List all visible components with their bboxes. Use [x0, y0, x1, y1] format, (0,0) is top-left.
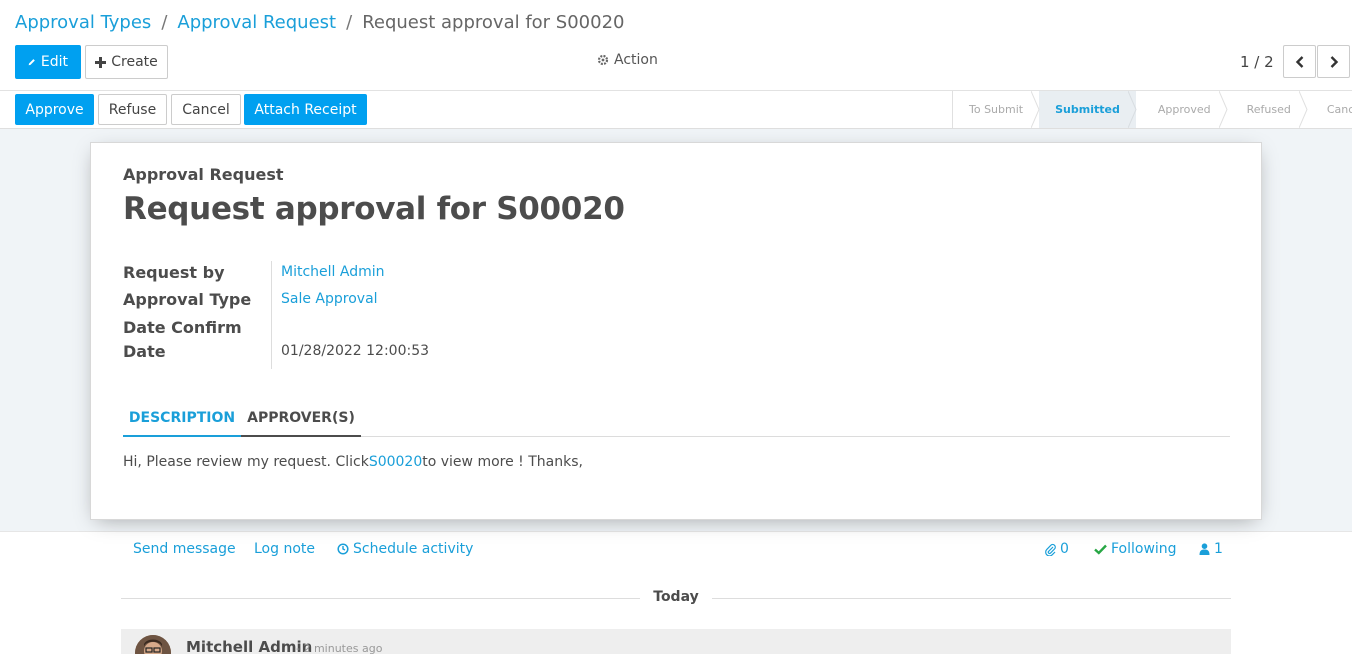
date-confirm-label-line2: Date — [123, 342, 166, 361]
model-label: Approval Request — [123, 165, 284, 184]
approval-type-label: Approval Type — [123, 290, 252, 309]
pager-value[interactable]: 1 / 2 — [1240, 53, 1274, 71]
edit-button-label: Edit — [40, 54, 68, 70]
stage-label: Submitted — [1055, 103, 1120, 116]
breadcrumb-item-approval-types[interactable]: Approval Types — [15, 12, 151, 33]
avatar-image-icon — [135, 635, 171, 654]
tab-description[interactable]: DESCRIPTION — [123, 400, 241, 437]
user-icon — [1199, 543, 1210, 555]
control-panel: Approval Types / Approval Request / Requ… — [0, 0, 1352, 91]
chevron-left-icon — [1295, 55, 1303, 68]
stage-arrow-icon — [1127, 91, 1137, 128]
date-separator-label: Today — [640, 589, 712, 605]
stage-label: To Submit — [969, 103, 1024, 116]
stage-approved[interactable]: Approved — [1136, 91, 1228, 128]
stage-arrow-icon — [1218, 91, 1228, 128]
stage-arrow-icon — [1031, 91, 1040, 128]
following-label: Following — [1111, 541, 1177, 557]
description-prefix: Hi, Please review my request. Click — [123, 454, 369, 470]
gear-icon — [597, 54, 609, 66]
stage-refused[interactable]: Refused — [1227, 91, 1308, 128]
stage-submitted[interactable]: Submitted — [1039, 91, 1137, 128]
breadcrumb-item-approval-request[interactable]: Approval Request — [177, 12, 336, 33]
chatter-message: Mitchell Admin - 2 minutes ago — [121, 629, 1231, 654]
stage-label: Approved — [1157, 103, 1211, 116]
stage-arrow-icon — [1298, 91, 1308, 128]
pencil-icon — [28, 59, 35, 66]
followers-count: 1 — [1214, 541, 1223, 557]
create-button-label: Create — [111, 54, 158, 70]
stage-label: Refused — [1246, 103, 1291, 116]
tab-approvers[interactable]: APPROVER(S) — [241, 400, 361, 437]
breadcrumb-separator: / — [346, 12, 353, 33]
log-note-button[interactable]: Log note — [254, 541, 315, 557]
description-text: Hi, Please review my request. ClickS0002… — [123, 454, 583, 470]
following-button[interactable]: Following — [1094, 541, 1177, 557]
chevron-right-icon — [1330, 55, 1338, 68]
edit-button[interactable]: Edit — [15, 45, 81, 79]
create-button[interactable]: Create — [85, 45, 168, 79]
stage-pipeline: To Submit Submitted Approved Refused Can… — [952, 91, 1352, 128]
date-confirm-label: Date Confirm — [123, 318, 242, 337]
approve-button[interactable]: Approve — [15, 94, 94, 125]
clock-icon — [337, 543, 349, 555]
breadcrumb: Approval Types / Approval Request / Requ… — [15, 12, 625, 33]
schedule-activity-label: Schedule activity — [353, 541, 474, 557]
sale-order-link[interactable]: S00020 — [369, 454, 422, 470]
message-date: - 2 minutes ago — [296, 642, 383, 654]
stage-label: Cancel — [1326, 103, 1352, 116]
schedule-activity-button[interactable]: Schedule activity — [337, 541, 473, 557]
followers-button[interactable]: 1 — [1199, 541, 1223, 557]
cancel-button[interactable]: Cancel — [171, 94, 241, 125]
approval-type-value[interactable]: Sale Approval — [281, 291, 378, 307]
send-message-button[interactable]: Send message — [133, 541, 236, 557]
breadcrumb-separator: / — [161, 12, 168, 33]
record-title: Request approval for S00020 — [123, 191, 625, 227]
plus-icon — [95, 56, 107, 68]
date-separator-line — [706, 598, 1231, 599]
date-separator-line — [121, 598, 645, 599]
pager-next-button[interactable] — [1317, 45, 1350, 78]
refuse-button[interactable]: Refuse — [98, 94, 167, 125]
field-divider — [271, 261, 272, 369]
paperclip-icon — [1045, 543, 1056, 556]
attachments-button[interactable]: 0 — [1045, 541, 1069, 557]
form-sheet: Approval Request Request approval for S0… — [90, 142, 1262, 520]
chatter-topbar: Send message Log note Schedule activity … — [0, 533, 1352, 573]
avatar[interactable] — [135, 635, 171, 654]
request-by-label: Request by — [123, 263, 225, 282]
attach-receipt-button[interactable]: Attach Receipt — [244, 94, 367, 125]
message-author[interactable]: Mitchell Admin — [186, 638, 312, 654]
date-confirm-value: 01/28/2022 12:00:53 — [281, 343, 430, 359]
notebook-tabs: DESCRIPTION APPROVER(S) — [123, 400, 1230, 437]
pager-previous-button[interactable] — [1283, 45, 1316, 78]
action-menu[interactable]: Action — [597, 52, 658, 68]
statusbar: Approve Refuse Cancel Attach Receipt To … — [0, 91, 1352, 129]
check-icon — [1094, 544, 1107, 555]
request-by-value[interactable]: Mitchell Admin — [281, 264, 385, 280]
stage-to-submit[interactable]: To Submit — [953, 91, 1040, 128]
attachments-count: 0 — [1060, 541, 1069, 557]
action-menu-label: Action — [614, 52, 658, 68]
breadcrumb-current: Request approval for S00020 — [362, 12, 625, 33]
description-suffix: to view more ! Thanks, — [422, 454, 583, 470]
